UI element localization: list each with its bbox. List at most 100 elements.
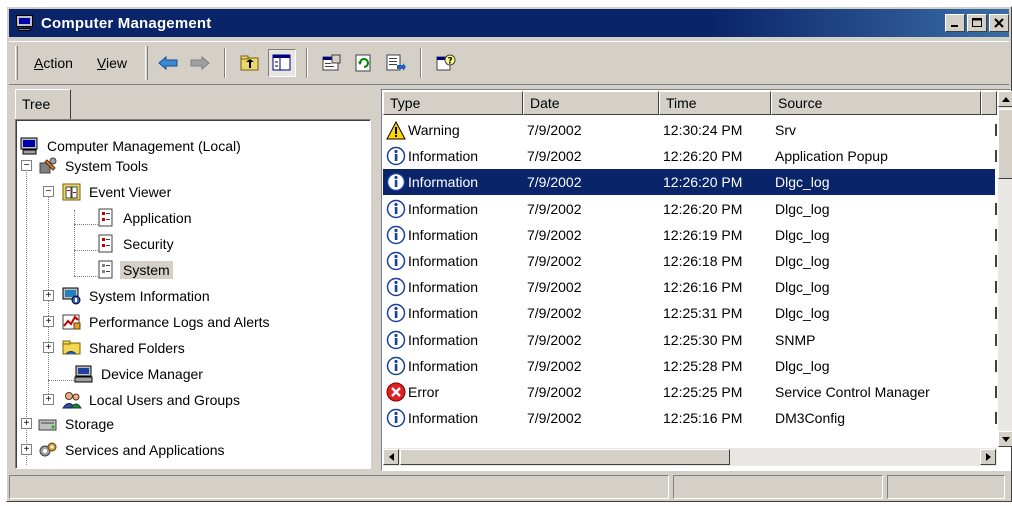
information-icon	[385, 224, 407, 246]
horizontal-scroll-thumb[interactable]	[400, 449, 730, 465]
tree-node-application[interactable]: Application	[96, 206, 195, 230]
tree-node-services-and-applications[interactable]: Services and Applications	[38, 438, 228, 462]
tree-node-security[interactable]: Security	[96, 232, 177, 256]
column-header-type[interactable]: Type	[383, 91, 523, 115]
horizontal-scrollbar[interactable]	[383, 448, 997, 466]
expand-toggle[interactable]: +	[21, 444, 32, 455]
tree-node-performance-logs[interactable]: Performance Logs and Alerts	[62, 310, 273, 334]
tree-line	[48, 380, 74, 381]
scroll-down-button[interactable]	[998, 431, 1012, 447]
collapse-toggle[interactable]: −	[21, 160, 32, 171]
cell-type: Information	[383, 407, 523, 429]
tree-node-label: Computer Management (Local)	[47, 138, 241, 154]
tree-view[interactable]: Computer Management (Local) − System Too…	[15, 119, 371, 469]
column-header-source[interactable]: Source	[771, 91, 981, 115]
performance-icon	[62, 312, 82, 332]
cell-text: Information	[408, 357, 479, 374]
cell-date: 7/9/2002	[527, 200, 582, 217]
tree-node-label: System Information	[89, 288, 210, 304]
cell-text: Error	[408, 384, 440, 400]
tree-node-label: Security	[123, 236, 174, 252]
tree-node-system-information[interactable]: System Information	[62, 284, 213, 308]
truncated-column-indicator	[995, 228, 997, 241]
expand-toggle[interactable]: +	[43, 290, 54, 301]
table-row[interactable]: Error 7/9/2002 12:25:25 PM Service Control …	[383, 379, 997, 405]
close-button[interactable]	[989, 14, 1009, 32]
column-header-time[interactable]: Time	[659, 91, 771, 115]
cell-date: 7/9/2002	[527, 357, 582, 374]
expand-toggle[interactable]: +	[43, 316, 54, 327]
column-header-more[interactable]	[981, 91, 997, 115]
tree-node-event-viewer[interactable]: Event Viewer	[62, 180, 174, 204]
tab-tree[interactable]: Tree	[15, 89, 71, 119]
tree-line	[74, 276, 98, 277]
table-row[interactable]: Information 7/9/2002 12:26:16 PM Dlgc_log	[383, 274, 997, 300]
table-row[interactable]: Information 7/9/2002 12:25:28 PM Dlgc_log	[383, 353, 997, 379]
tree-node-label: Event Viewer	[89, 184, 172, 200]
tree-node-device-manager[interactable]: Device Manager	[74, 362, 206, 386]
back-button[interactable]	[154, 49, 182, 77]
warning-icon	[385, 119, 407, 141]
refresh-button[interactable]	[350, 49, 378, 77]
cell-source: Service Control Manager	[775, 384, 930, 400]
expand-toggle[interactable]: +	[21, 418, 32, 429]
cell-source: Application Popup	[775, 148, 888, 165]
tree-node-shared-folders[interactable]: Shared Folders	[62, 336, 188, 360]
table-row[interactable]: Information 7/9/2002 12:26:20 PM Dlgc_log	[383, 196, 997, 222]
table-row[interactable]: Information 7/9/2002 12:25:16 PM DM3Config	[383, 405, 997, 431]
tree-node-storage[interactable]: Storage	[38, 412, 117, 436]
information-icon	[385, 407, 407, 429]
table-row[interactable]: Information 7/9/2002 12:25:31 PM Dlgc_log	[383, 300, 997, 326]
cell-text: Information	[408, 200, 479, 217]
event-list[interactable]: Type Date Time Source Warning 7/9/2002 12:…	[381, 89, 1012, 471]
status-pane-tertiary	[887, 475, 1005, 499]
up-one-level-button[interactable]	[236, 49, 264, 77]
scroll-right-button[interactable]	[980, 449, 996, 465]
toolbar-grip[interactable]	[15, 46, 18, 80]
title-bar[interactable]: Computer Management	[9, 9, 1009, 37]
toolbar-grip-2[interactable]	[145, 46, 149, 80]
forward-button[interactable]	[186, 49, 214, 77]
users-icon	[62, 390, 82, 410]
cell-time: 12:26:16 PM	[663, 279, 743, 296]
cell-date: 7/9/2002	[527, 253, 582, 269]
table-row[interactable]: Information 7/9/2002 12:26:19 PM Dlgc_log	[383, 222, 997, 248]
tree-node-system-tools[interactable]: System Tools	[38, 154, 151, 178]
scroll-left-button[interactable]	[383, 449, 399, 465]
cell-source: Dlgc_log	[775, 253, 830, 269]
maximize-button[interactable]	[967, 14, 987, 32]
column-header-date[interactable]: Date	[523, 91, 659, 115]
show-hide-tree-button[interactable]	[268, 49, 297, 77]
vertical-scroll-thumb[interactable]	[998, 109, 1012, 179]
tree-node-system[interactable]: System	[96, 258, 173, 282]
cell-text: Information	[408, 279, 479, 296]
scroll-down-arrow-icon	[1002, 436, 1010, 442]
cell-time: 12:26:20 PM	[663, 174, 743, 191]
properties-button[interactable]	[318, 49, 346, 77]
refresh-icon	[355, 54, 371, 72]
scroll-right-arrow-icon	[985, 453, 991, 461]
help-button[interactable]: ?	[432, 49, 460, 77]
table-row[interactable]: Information 7/9/2002 12:26:20 PM Applicatio…	[383, 143, 997, 169]
export-list-button[interactable]	[382, 49, 410, 77]
vertical-scrollbar[interactable]	[998, 91, 1012, 447]
information-icon	[385, 355, 407, 377]
scroll-up-arrow-icon	[1002, 96, 1010, 102]
expand-toggle[interactable]: +	[43, 342, 54, 353]
table-row[interactable]: Information 7/9/2002 12:26:18 PM Dlgc_log	[383, 248, 997, 274]
error-icon	[385, 381, 407, 403]
table-row[interactable]: Information 7/9/2002 12:26:20 PM Dlgc_log	[383, 169, 997, 196]
menu-action[interactable]: Action	[22, 51, 85, 75]
scroll-up-button[interactable]	[998, 91, 1012, 107]
cell-date: 7/9/2002	[527, 122, 582, 138]
menu-view[interactable]: View	[85, 51, 139, 75]
expand-toggle[interactable]: +	[43, 394, 54, 405]
table-row[interactable]: Warning 7/9/2002 12:30:24 PM Srv	[383, 117, 997, 143]
table-row[interactable]: Information 7/9/2002 12:25:30 PM SNMP	[383, 327, 997, 353]
log-icon	[96, 234, 116, 254]
collapse-toggle[interactable]: −	[43, 186, 54, 197]
tree-line	[74, 210, 75, 276]
minimize-button[interactable]	[945, 14, 965, 32]
tree-node-local-users-and-groups[interactable]: Local Users and Groups	[62, 388, 243, 412]
cell-source: Dlgc_log	[775, 357, 830, 374]
